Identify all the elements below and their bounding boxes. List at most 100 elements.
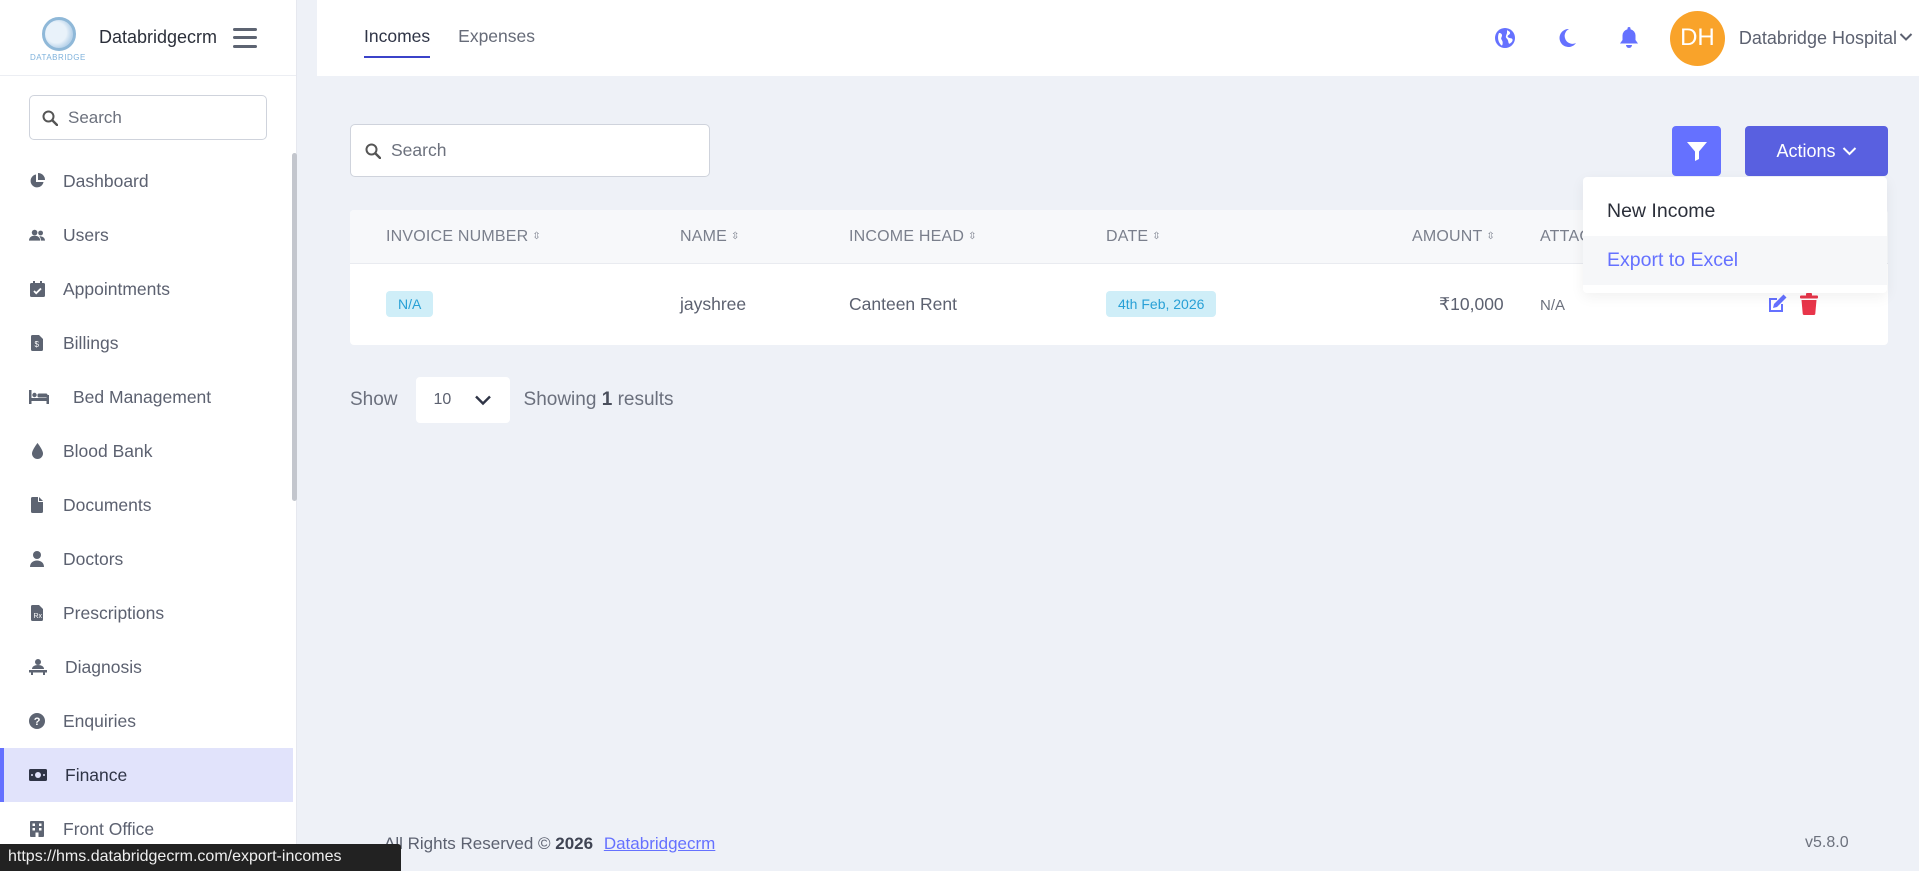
date-badge: 4th Feb, 2026 [1106, 291, 1217, 317]
sidebar-item-users[interactable]: Users [0, 208, 293, 262]
column-header-amount[interactable]: AMOUNT ⇳ [1412, 228, 1495, 246]
globe-icon[interactable] [1492, 25, 1518, 51]
sidebar-item-label: Documents [63, 494, 152, 515]
sidebar-item-bed-management[interactable]: Bed Management [0, 370, 293, 424]
building-icon [29, 821, 45, 837]
sidebar-item-label: Dashboard [63, 170, 149, 191]
row-actions [1766, 293, 1830, 315]
file-invoice-icon: $ [29, 335, 45, 351]
prescription-icon: Rx [29, 605, 45, 621]
sidebar-item-diagnosis[interactable]: Diagnosis [0, 640, 293, 694]
income-search-input[interactable] [391, 140, 691, 161]
column-header-name[interactable]: NAME ⇳ [680, 228, 740, 246]
sidebar-item-label: Appointments [63, 278, 171, 299]
column-header-date[interactable]: DATE ⇳ [1106, 228, 1161, 246]
user-name[interactable]: Databridge Hospital [1739, 28, 1897, 49]
chevron-down-icon[interactable] [1899, 29, 1913, 47]
sidebar-item-appointments[interactable]: Appointments [0, 262, 293, 316]
svg-text:Rx: Rx [34, 613, 43, 620]
pagination-row: Show 10 Showing 1 results [350, 377, 674, 423]
search-icon [42, 110, 58, 126]
tab-expenses[interactable]: Expenses [458, 0, 535, 58]
name-cell: jayshree [680, 294, 747, 314]
sidebar-item-label: Blood Bank [63, 440, 153, 461]
sidebar-item-label: Front Office [63, 818, 155, 839]
sort-icon: ⇳ [1152, 231, 1161, 243]
browser-status-url: https://hms.databridgecrm.com/export-inc… [0, 844, 401, 871]
invoice-badge: N/A [386, 291, 434, 317]
bed-icon [29, 389, 49, 405]
sidebar-item-prescriptions[interactable]: Rx Prescriptions [0, 586, 293, 640]
sidebar-item-enquiries[interactable]: ? Enquiries [0, 694, 293, 748]
attachment-cell: N/A [1540, 297, 1566, 314]
sidebar-search [29, 95, 267, 140]
pie-chart-icon [29, 173, 45, 189]
column-header-invoice[interactable]: INVOICE NUMBER ⇳ [386, 228, 541, 246]
sidebar-item-finance[interactable]: Finance [0, 748, 293, 802]
per-page-select[interactable]: 10 [415, 377, 510, 423]
amount-cell: ₹10,000 [1439, 294, 1504, 314]
sidebar-search-input[interactable] [68, 107, 248, 128]
menu-item-new-income[interactable]: New Income [1583, 187, 1887, 236]
sidebar-item-blood-bank[interactable]: Blood Bank [0, 424, 293, 478]
income-head-cell: Canteen Rent [849, 294, 957, 314]
diagnosis-icon [29, 659, 47, 675]
results-summary: Showing 1 results [523, 389, 674, 410]
brand-name: Databridgecrm [99, 27, 218, 47]
trash-icon[interactable] [1800, 293, 1818, 315]
search-icon [365, 143, 381, 159]
sidebar-item-label: Prescriptions [63, 602, 165, 623]
sidebar-item-label: Doctors [63, 548, 124, 569]
footer-link[interactable]: Databridgecrm [604, 834, 716, 853]
actions-button[interactable]: Actions [1745, 126, 1888, 176]
money-icon [29, 767, 47, 783]
sidebar-item-billings[interactable]: $ Billings [0, 316, 293, 370]
sort-icon: ⇳ [532, 231, 541, 243]
version-label: v5.8.0 [1805, 834, 1849, 851]
brand-logo[interactable]: DATABRIDGE [28, 13, 85, 63]
doctor-icon [29, 551, 45, 567]
income-search [350, 124, 710, 177]
chevron-down-icon [1842, 147, 1856, 156]
sidebar: DATABRIDGE Databridgecrm Dashboard Users… [0, 0, 297, 871]
droplet-icon [29, 443, 45, 459]
question-circle-icon: ? [29, 713, 45, 729]
sidebar-item-label: Finance [65, 764, 128, 785]
top-header: Incomes Expenses DH Databridge Hospital [317, 0, 1919, 76]
avatar[interactable]: DH [1669, 10, 1725, 66]
chevron-down-icon [474, 395, 491, 406]
sort-icon: ⇳ [1486, 231, 1496, 243]
actions-dropdown-menu: New Income Export to Excel [1583, 177, 1887, 293]
tab-bar: Incomes Expenses [364, 0, 563, 76]
sidebar-item-label: Billings [63, 332, 119, 353]
sidebar-item-documents[interactable]: Documents [0, 478, 293, 532]
sidebar-item-label: Bed Management [73, 386, 212, 407]
file-icon [29, 497, 45, 513]
per-page-value: 10 [433, 391, 452, 408]
svg-text:$: $ [35, 340, 40, 349]
tab-incomes[interactable]: Incomes [364, 0, 431, 58]
users-icon [29, 227, 45, 243]
column-header-income-head[interactable]: INCOME HEAD ⇳ [849, 228, 977, 246]
show-label: Show [350, 389, 398, 410]
sidebar-item-dashboard[interactable]: Dashboard [0, 154, 293, 208]
actions-button-label: Actions [1776, 140, 1836, 161]
footer-year: 2026 [555, 834, 594, 853]
filter-icon [1686, 142, 1707, 161]
sidebar-item-label: Enquiries [63, 710, 136, 731]
hamburger-menu-icon[interactable] [233, 27, 258, 48]
sidebar-item-doctors[interactable]: Doctors [0, 532, 293, 586]
brand-header: DATABRIDGE Databridgecrm [0, 0, 296, 76]
moon-icon[interactable] [1554, 25, 1580, 51]
results-count: 1 [601, 389, 613, 410]
sort-icon: ⇳ [731, 231, 740, 243]
sidebar-item-label: Diagnosis [65, 656, 142, 677]
calendar-check-icon [29, 281, 45, 297]
menu-item-export-excel[interactable]: Export to Excel [1583, 236, 1887, 285]
filter-button[interactable] [1672, 126, 1721, 176]
bell-icon[interactable] [1616, 25, 1642, 51]
svg-text:?: ? [34, 716, 41, 728]
sidebar-item-label: Users [63, 224, 109, 245]
footer-copyright: All Rights Reserved © 2026 Databridgecrm [384, 834, 716, 853]
edit-icon[interactable] [1766, 293, 1788, 315]
